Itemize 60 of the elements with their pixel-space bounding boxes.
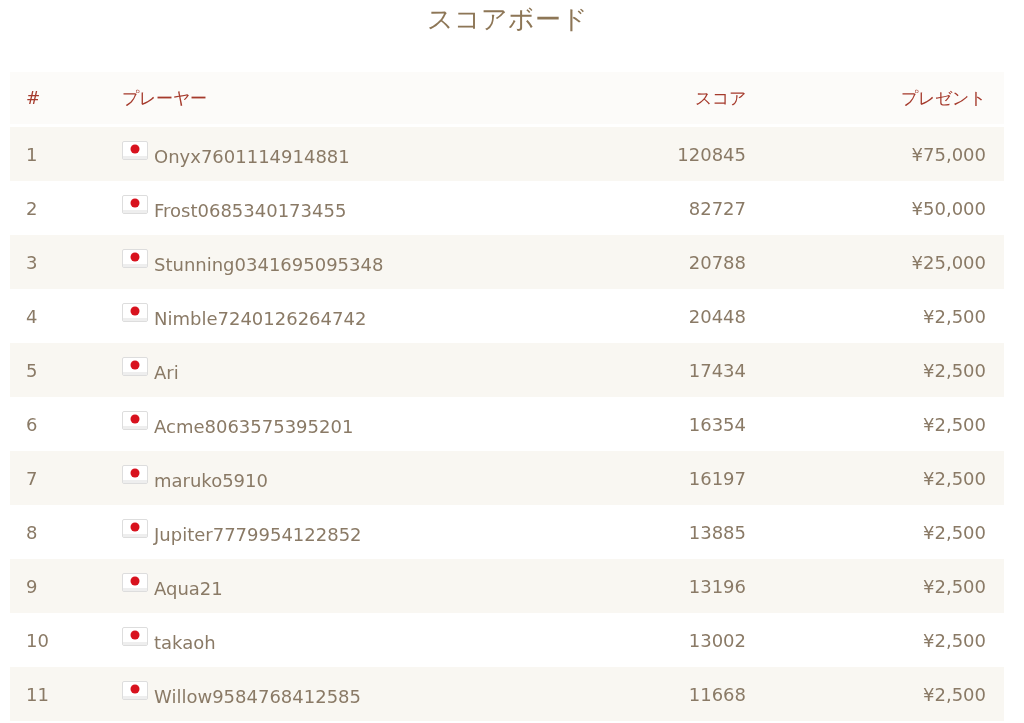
flag-icon	[122, 680, 148, 700]
flag-icon	[122, 518, 148, 538]
player-name: Willow9584768412585	[154, 685, 362, 707]
score-text: 13885	[687, 521, 746, 543]
rank-text: 9	[26, 575, 39, 597]
flag-icon	[122, 356, 148, 376]
flag-icon	[122, 140, 148, 160]
prize-text: ¥75,000	[910, 143, 986, 165]
prize-text: ¥2,500	[922, 305, 986, 327]
flag-icon	[122, 410, 148, 430]
rank-text: 4	[26, 305, 39, 327]
column-header: #	[26, 88, 42, 108]
score-text: 11668	[687, 683, 746, 705]
player-name: Aqua21	[154, 577, 223, 599]
player-name: Nimble7240126264742	[154, 307, 367, 329]
player-name: Onyx7601114914881	[154, 145, 350, 167]
score-text: 120845	[676, 143, 746, 165]
rank-text: 5	[26, 359, 39, 381]
score-text: 13002	[687, 629, 746, 651]
prize-text: ¥2,500	[922, 683, 986, 705]
rank-text: 8	[26, 521, 39, 543]
score-text: 13196	[687, 575, 746, 597]
player-name: Acme8063575395201	[154, 415, 354, 437]
flag-icon	[122, 464, 148, 484]
column-header: プレーヤー	[121, 86, 208, 110]
prize-text: ¥2,500	[922, 359, 986, 381]
score-text: 17434	[687, 359, 746, 381]
flag-icon	[122, 194, 148, 214]
score-text: 20788	[687, 251, 746, 273]
rank-text: 1	[26, 143, 39, 165]
player-name: Stunning0341695095348	[154, 253, 384, 275]
prize-text: ¥2,500	[922, 521, 986, 543]
flag-icon	[122, 248, 148, 268]
flag-icon	[122, 572, 148, 592]
player-name: Jupiter7779954122852	[154, 523, 362, 545]
prize-text: ¥2,500	[922, 575, 986, 597]
player-name: takaoh	[154, 631, 216, 653]
score-text: 16197	[687, 467, 746, 489]
score-text: 82727	[687, 197, 746, 219]
rank-text: 6	[26, 413, 39, 435]
rank-text: 10	[26, 629, 50, 651]
rank-text: 3	[26, 251, 39, 273]
player-name: maruko5910	[154, 469, 268, 491]
rank-text: 11	[26, 683, 50, 705]
prize-text: ¥50,000	[910, 197, 986, 219]
column-header: プレゼント	[900, 86, 986, 110]
prize-text: ¥25,000	[910, 251, 986, 273]
prize-text: ¥2,500	[922, 629, 986, 651]
flag-icon	[122, 302, 148, 322]
page-title: スコアボード	[425, 3, 589, 36]
player-name: Frost0685340173455	[154, 199, 347, 221]
rank-text: 7	[26, 467, 39, 489]
score-text: 16354	[687, 413, 746, 435]
flag-icon	[122, 626, 148, 646]
prize-text: ¥2,500	[922, 413, 986, 435]
prize-text: ¥2,500	[922, 467, 986, 489]
score-text: 20448	[687, 305, 746, 327]
player-name: Ari	[154, 361, 179, 383]
rank-text: 2	[26, 197, 39, 219]
column-header: スコア	[694, 86, 746, 110]
